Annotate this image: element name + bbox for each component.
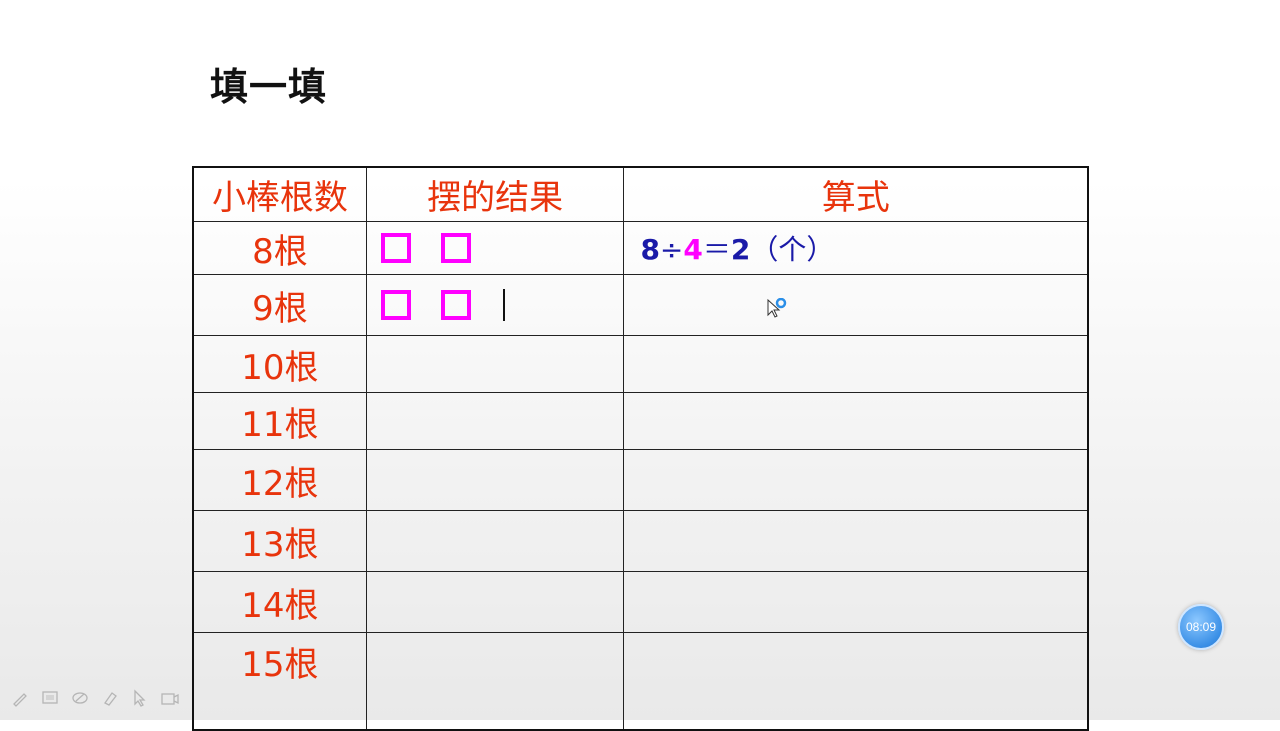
table-row: 12根 xyxy=(192,449,1089,511)
pen-icon[interactable] xyxy=(10,688,30,708)
result-cell[interactable] xyxy=(365,221,625,275)
expression-cell[interactable] xyxy=(623,274,1089,336)
expression-cell[interactable] xyxy=(623,510,1089,572)
result-cell[interactable] xyxy=(365,335,625,393)
stick-count: 15根 xyxy=(192,632,367,731)
expression-cell[interactable] xyxy=(623,449,1089,511)
mouse-pointer-icon xyxy=(767,298,787,318)
highlighter-icon[interactable] xyxy=(100,688,120,708)
result-cell[interactable] xyxy=(365,510,625,572)
stick-count: 10根 xyxy=(192,335,367,393)
header-expression: 算式 xyxy=(623,166,1089,222)
camera-icon[interactable] xyxy=(160,688,180,708)
square-shape xyxy=(380,290,411,320)
table-row: 15根 xyxy=(192,632,1089,731)
stick-count: 9根 xyxy=(192,274,367,336)
stick-count: 11根 xyxy=(192,392,367,450)
pointer-icon[interactable] xyxy=(130,688,150,708)
stick-count: 8根 xyxy=(192,221,367,275)
screen-icon[interactable] xyxy=(40,688,60,708)
result-cell[interactable] xyxy=(365,449,625,511)
table-row: 14根 xyxy=(192,571,1089,633)
square-shape xyxy=(440,290,471,320)
result-cell[interactable] xyxy=(365,392,625,450)
expression-cell[interactable] xyxy=(623,392,1089,450)
page-title: 填一填 xyxy=(210,65,328,109)
timer-badge[interactable]: 08:09 xyxy=(1178,604,1224,650)
stick-count: 12根 xyxy=(192,449,367,511)
header-result: 摆的结果 xyxy=(365,166,625,222)
table-row: 13根 xyxy=(192,510,1089,572)
presentation-toolbar xyxy=(10,688,180,708)
stick-count: 13根 xyxy=(192,510,367,572)
result-cell[interactable] xyxy=(365,571,625,633)
table-row: 11根 xyxy=(192,392,1089,450)
stick-count: 14根 xyxy=(192,571,367,633)
expression-cell[interactable] xyxy=(623,335,1089,393)
eraser-icon[interactable] xyxy=(70,688,90,708)
division-expression: 8÷4＝2（个） xyxy=(640,233,835,266)
result-cell[interactable] xyxy=(365,274,625,336)
expression-cell[interactable] xyxy=(623,571,1089,633)
expression-cell[interactable] xyxy=(623,632,1089,731)
square-shape xyxy=(440,233,471,263)
header-stick-count: 小棒根数 xyxy=(192,166,367,222)
table-row: 9根 xyxy=(192,274,1089,336)
table-row: 10根 xyxy=(192,335,1089,393)
table-row: 8根 8÷4＝2（个） xyxy=(192,221,1089,275)
result-cell[interactable] xyxy=(365,632,625,731)
text-cursor xyxy=(502,289,505,321)
fill-table: 小棒根数 摆的结果 算式 8根 8÷4＝2（个） 9根 10根 11根 12根 … xyxy=(192,166,1089,731)
expression-cell[interactable]: 8÷4＝2（个） xyxy=(623,221,1089,275)
square-shape xyxy=(380,233,411,263)
